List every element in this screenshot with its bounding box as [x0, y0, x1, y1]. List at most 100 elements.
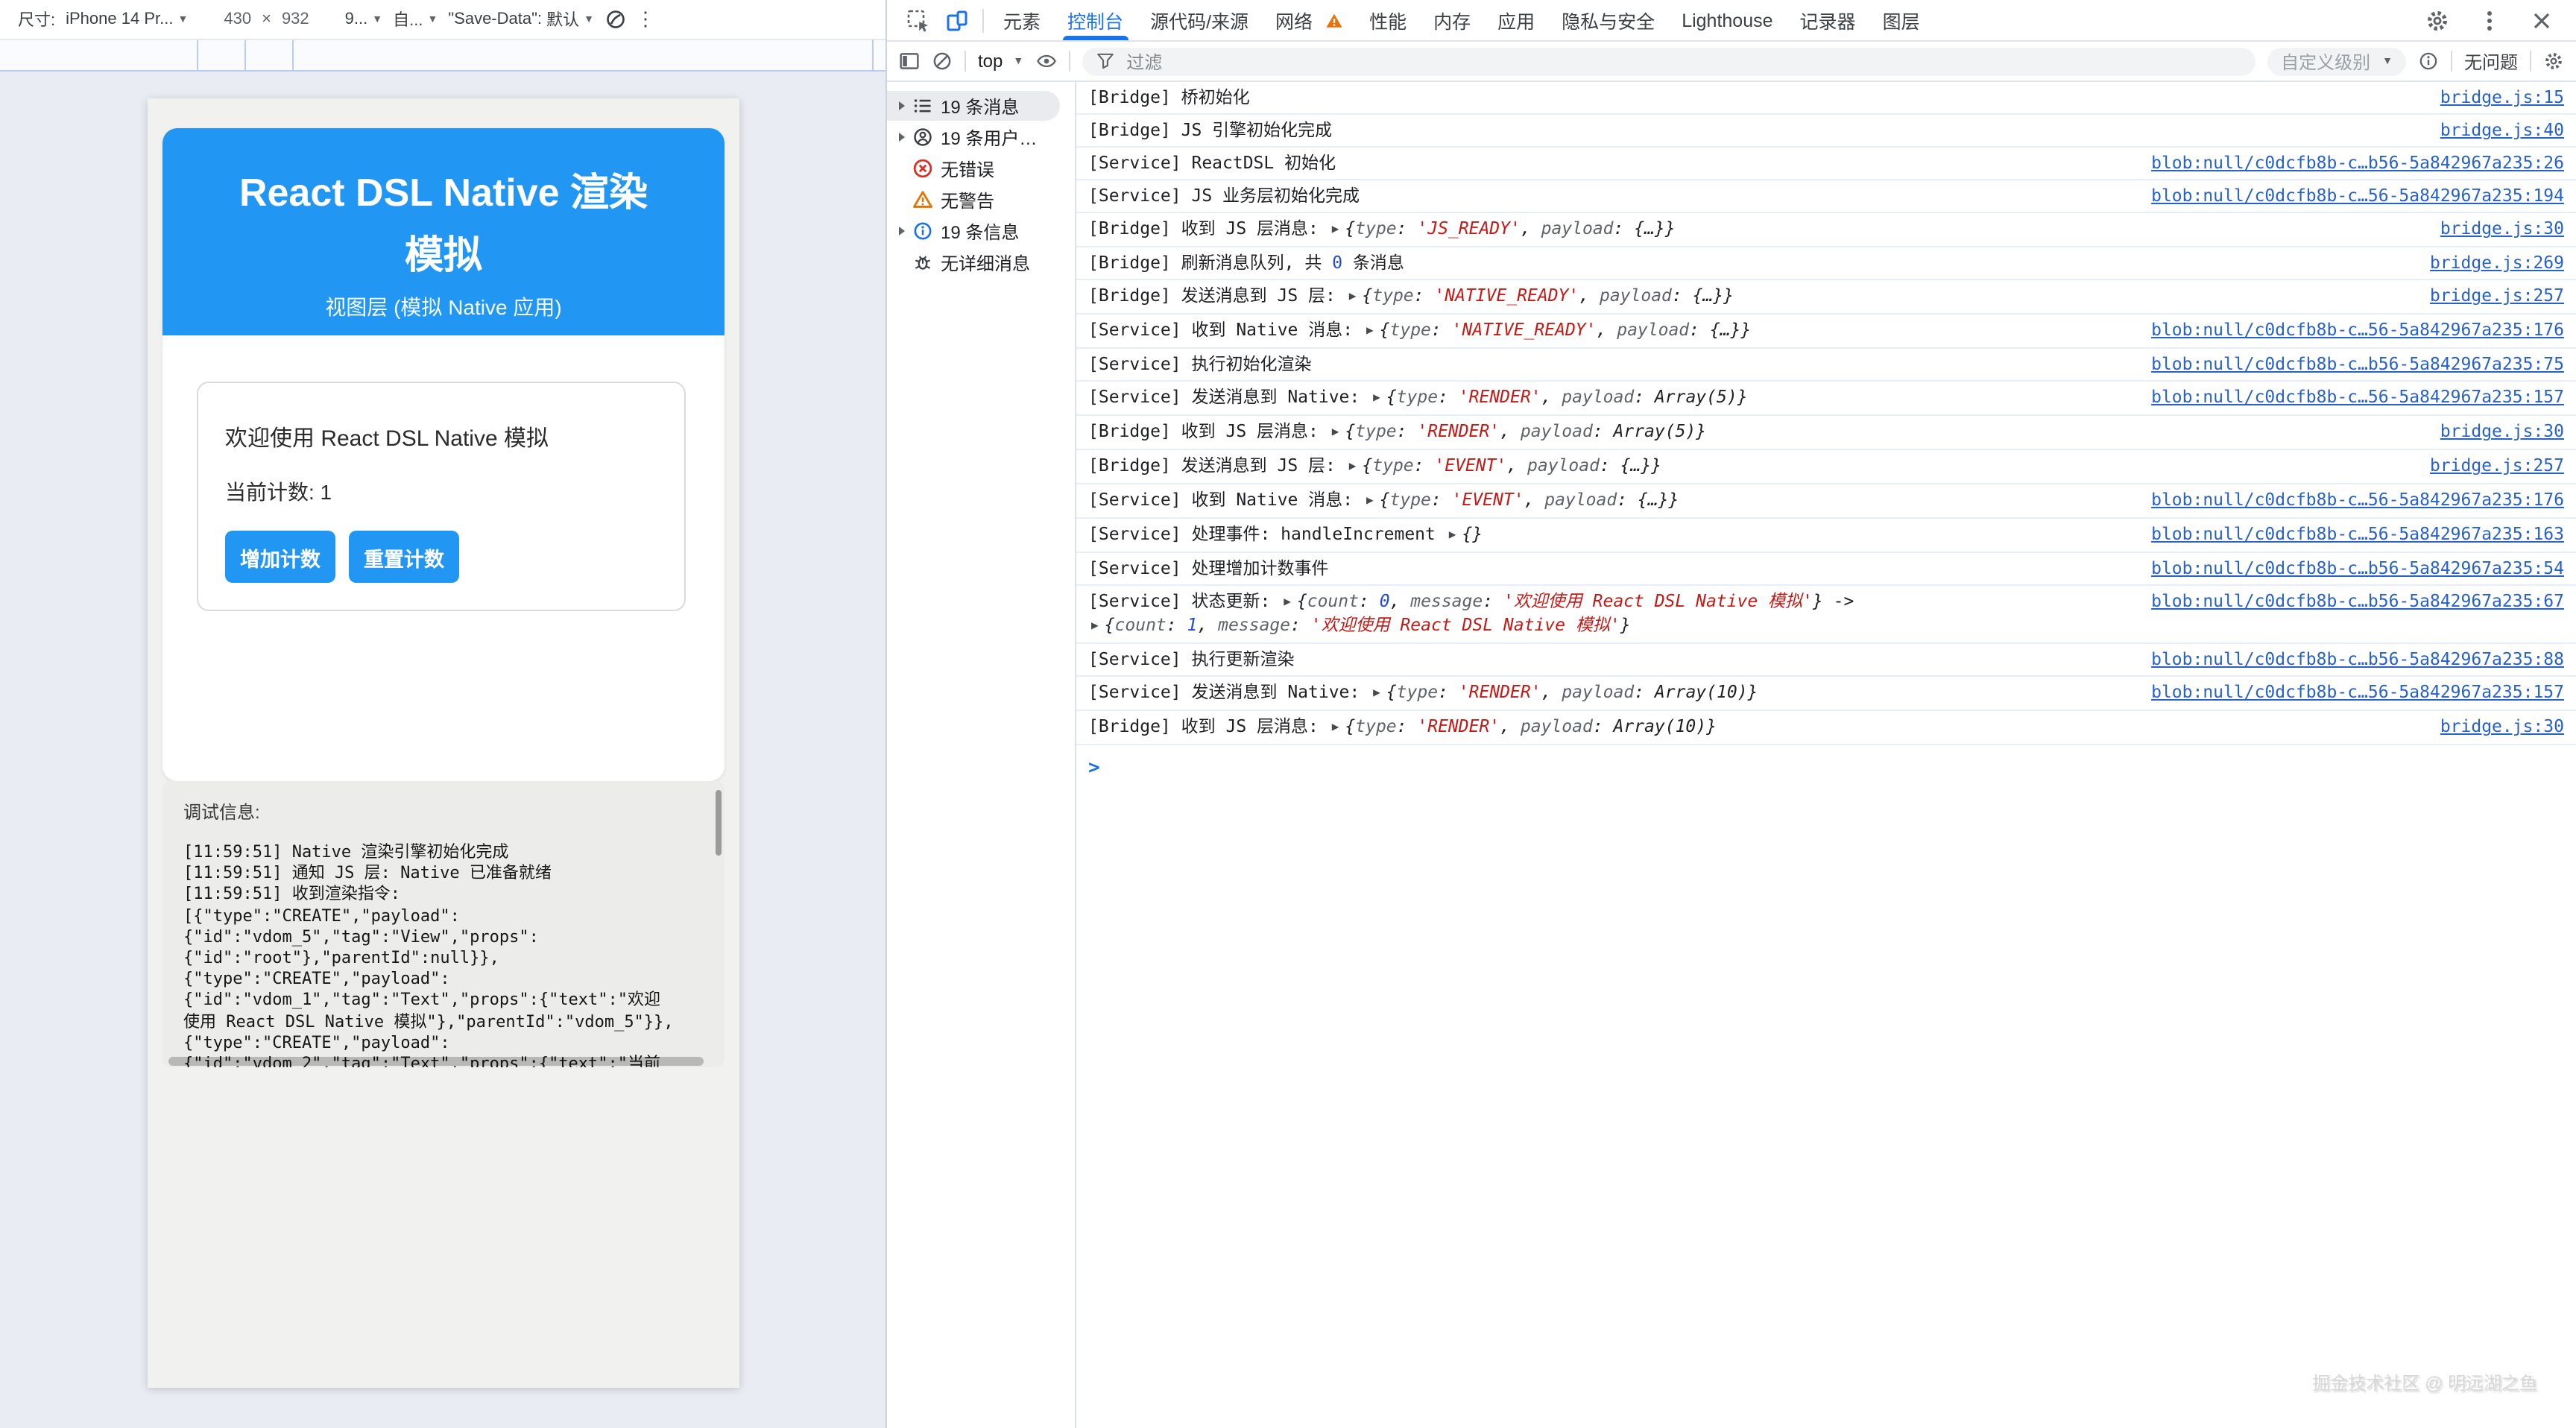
message-token: : {…}} — [1672, 285, 1734, 306]
expand-triangle-icon[interactable]: ▶ — [1332, 420, 1339, 443]
tab-性能[interactable]: 性能 — [1356, 0, 1420, 40]
log-level-selector[interactable]: 自定义级别▼ — [2267, 47, 2406, 75]
devtools-close-icon[interactable] — [2530, 8, 2554, 32]
issues-counter[interactable]: 无问题 — [2464, 48, 2518, 74]
source-link[interactable]: blob:null/c0dcfb8b-c…b56-5a842967a235:88 — [2151, 648, 2564, 671]
source-link[interactable]: blob:null/c0dcfb8b-c…56-5a842967a235:157 — [2151, 681, 2564, 704]
devtools-more-options-icon[interactable] — [2478, 8, 2501, 32]
expand-caret-icon[interactable] — [894, 101, 909, 110]
source-link[interactable]: blob:null/c0dcfb8b-c…56-5a842967a235:176 — [2151, 489, 2564, 511]
message-token: [Bridge] 桥初始化 — [1088, 86, 1250, 107]
source-link[interactable]: blob:null/c0dcfb8b-c…56-5a842967a235:176 — [2151, 319, 2564, 341]
console-settings-icon[interactable] — [2543, 51, 2564, 72]
media-query-ruler[interactable] — [0, 40, 886, 72]
network-conditions-icon[interactable] — [604, 9, 625, 30]
console-sidebar-item[interactable]: 无错误 — [887, 154, 1075, 183]
tab-图层[interactable]: 图层 — [1869, 0, 1933, 40]
console-message-row: [Service] ReactDSL 初始化blob:null/c0dcfb8b… — [1076, 148, 2576, 180]
source-link[interactable]: blob:null/c0dcfb8b-c…56-5a842967a235:157 — [2151, 386, 2564, 408]
message-token: : Array(5)} — [1634, 386, 1747, 407]
message-token: payload — [1562, 386, 1634, 407]
expand-caret-icon[interactable] — [894, 227, 909, 236]
console-sidebar-item[interactable]: 19 条消息 — [887, 91, 1060, 121]
message-token: 条消息 — [1342, 252, 1404, 273]
source-link[interactable]: blob:null/c0dcfb8b-c…b56-5a842967a235:67 — [2151, 590, 2564, 613]
source-link[interactable]: bridge.js:269 — [2430, 252, 2564, 274]
message-token: payload — [1527, 455, 1600, 476]
tab-记录器[interactable]: 记录器 — [1787, 0, 1869, 40]
expand-triangle-icon[interactable]: ▶ — [1332, 218, 1339, 240]
info-icon — [912, 221, 933, 241]
console-context-selector[interactable]: top▼ — [978, 51, 1023, 72]
tab-隐私与安全[interactable]: 隐私与安全 — [1548, 0, 1668, 40]
tab-控制台[interactable]: 控制台 — [1054, 0, 1137, 40]
message-token: payload — [1617, 319, 1689, 340]
console-sidebar-item[interactable]: 19 条用户… — [887, 122, 1075, 152]
source-link[interactable]: bridge.js:257 — [2430, 455, 2564, 477]
toggle-device-toolbar-icon[interactable] — [945, 8, 969, 32]
debug-log-line: {"id":"root"},"parentId":null}}, — [183, 948, 704, 969]
debug-horizontal-scrollbar[interactable] — [168, 1057, 704, 1066]
console-sidebar-toggle-icon[interactable] — [899, 51, 920, 72]
tab-Lighthouse[interactable]: Lighthouse — [1668, 0, 1786, 40]
console-message-row: [Bridge] 收到 JS 层消息: ▶{type: 'RENDER', pa… — [1076, 416, 2576, 450]
device-selector[interactable]: iPhone 14 Pr...▼ — [66, 10, 188, 28]
expand-triangle-icon[interactable]: ▶ — [1373, 681, 1380, 704]
tab-网络[interactable]: 网络 — [1262, 0, 1356, 40]
source-link[interactable]: bridge.js:40 — [2440, 119, 2564, 142]
console-filter-input[interactable]: 过滤 — [1082, 47, 2255, 75]
source-link[interactable]: blob:null/c0dcfb8b-c…56-5a842967a235:194 — [2151, 185, 2564, 207]
debug-vertical-scrollbar[interactable] — [716, 790, 722, 856]
source-link[interactable]: blob:null/c0dcfb8b-c…b56-5a842967a235:54 — [2151, 557, 2564, 580]
divider — [2530, 51, 2531, 72]
more-options-icon[interactable]: ⋮ — [636, 7, 655, 31]
expand-triangle-icon[interactable]: ▶ — [1366, 489, 1374, 511]
clear-console-icon[interactable] — [932, 51, 953, 72]
console-sidebar-item[interactable]: 19 条信息 — [887, 216, 1075, 246]
reset-button[interactable]: 重置计数 — [349, 531, 459, 583]
viewport-width-field[interactable]: 430 — [224, 10, 251, 28]
inspect-element-icon[interactable] — [906, 8, 930, 32]
source-link[interactable]: bridge.js:30 — [2440, 715, 2564, 738]
source-link[interactable]: blob:null/c0dcfb8b-c…b56-5a842967a235:26 — [2151, 152, 2564, 174]
save-data-selector[interactable]: "Save-Data": 默认▼ — [448, 7, 594, 31]
source-link[interactable]: bridge.js:30 — [2440, 420, 2564, 443]
expand-triangle-icon[interactable]: ▶ — [1091, 614, 1099, 636]
console-sidebar-item[interactable]: 无警告 — [887, 185, 1075, 215]
expand-caret-icon[interactable] — [894, 133, 909, 142]
throttling-selector[interactable]: 自...▼ — [393, 7, 438, 31]
source-link[interactable]: blob:null/c0dcfb8b-c…56-5a842967a235:163 — [2151, 523, 2564, 546]
expand-triangle-icon[interactable]: ▶ — [1349, 455, 1357, 477]
tab-内存[interactable]: 内存 — [1420, 0, 1484, 40]
increment-button[interactable]: 增加计数 — [225, 531, 335, 583]
expand-triangle-icon[interactable]: ▶ — [1449, 523, 1456, 546]
live-expression-eye-icon[interactable] — [1035, 51, 1056, 72]
message-token: '欢迎使用 React DSL Native 模拟' — [1503, 590, 1813, 611]
source-link[interactable]: bridge.js:257 — [2430, 285, 2564, 307]
console-message-text: [Bridge] 收到 JS 层消息: ▶{type: 'RENDER', pa… — [1088, 420, 2419, 444]
tab-应用[interactable]: 应用 — [1484, 0, 1548, 40]
expand-triangle-icon[interactable]: ▶ — [1366, 319, 1374, 341]
source-link[interactable]: bridge.js:15 — [2440, 86, 2564, 109]
console-message-text: [Bridge] 收到 JS 层消息: ▶{type: 'RENDER', pa… — [1088, 715, 2419, 739]
expand-triangle-icon[interactable]: ▶ — [1373, 386, 1380, 408]
tab-源代码/来源[interactable]: 源代码/来源 — [1137, 0, 1262, 40]
source-link[interactable]: bridge.js:30 — [2440, 218, 2564, 240]
console-message-row: [Service] 发送消息到 Native: ▶{type: 'RENDER'… — [1076, 677, 2576, 711]
console-prompt[interactable]: > — [1076, 745, 2576, 792]
console-sidebar-item[interactable]: 无详细消息 — [887, 247, 1075, 277]
expand-triangle-icon[interactable]: ▶ — [1349, 285, 1357, 307]
message-token: 'RENDER' — [1417, 420, 1500, 441]
expand-triangle-icon[interactable]: ▶ — [1332, 715, 1339, 738]
devtools-settings-icon[interactable] — [2425, 8, 2449, 32]
expand-triangle-icon[interactable]: ▶ — [1284, 590, 1291, 613]
issues-info-icon[interactable] — [2418, 51, 2439, 72]
viewport-height-field[interactable]: 932 — [282, 10, 309, 28]
tab-label: 记录器 — [1800, 6, 1856, 34]
device-size-label: 尺寸: — [18, 7, 55, 31]
console-message-text: [Bridge] 桥初始化 — [1088, 86, 2419, 109]
zoom-selector[interactable]: 9...▼ — [345, 10, 382, 28]
source-link[interactable]: blob:null/c0dcfb8b-c…b56-5a842967a235:75 — [2151, 353, 2564, 376]
tab-元素[interactable]: 元素 — [990, 0, 1054, 40]
error-icon — [912, 158, 933, 179]
